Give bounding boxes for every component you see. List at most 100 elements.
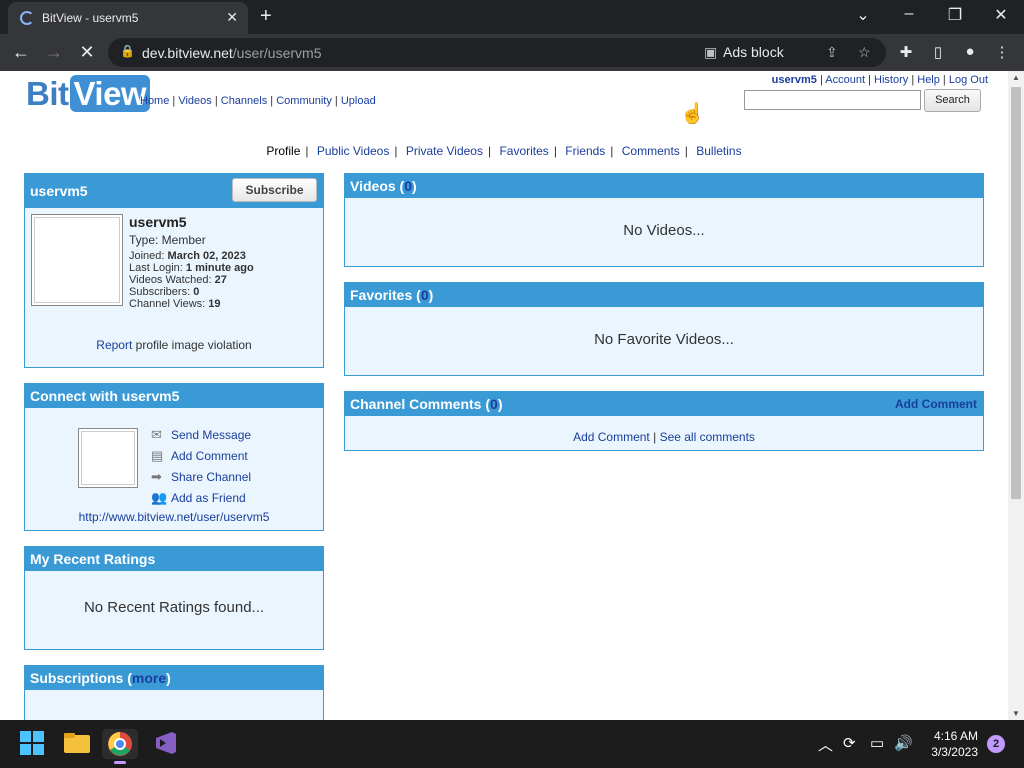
- network-icon[interactable]: ▭: [870, 734, 884, 752]
- system-clock[interactable]: 4:16 AM 3/3/2023: [931, 728, 978, 760]
- share-icon[interactable]: ⇪: [826, 44, 838, 61]
- tab-search-icon[interactable]: ⌄: [848, 5, 878, 25]
- connect-box-header: Connect with uservm5: [25, 384, 323, 408]
- tab-strip: BitView - uservm5 ✕ + ⌄ – ❐ ✕: [0, 0, 1024, 34]
- channel-url-link[interactable]: http://www.bitview.net/user/uservm5: [25, 510, 323, 524]
- profile-tabs: Profile | Public Videos | Private Videos | …: [266, 144, 742, 158]
- windows-start-icon[interactable]: [18, 729, 48, 759]
- menu-icon[interactable]: ⋮: [992, 43, 1012, 61]
- tab-public-videos[interactable]: Public Videos: [317, 144, 390, 158]
- comment-links: Add Comment | See all comments: [573, 430, 755, 444]
- share-channel-action[interactable]: ➡ Share Channel: [151, 469, 251, 491]
- close-window-button[interactable]: ✕: [986, 5, 1016, 25]
- connect-box: Connect with uservm5 ✉ Send Message ▤ Add …: [24, 383, 324, 531]
- search-button[interactable]: Search: [924, 89, 981, 112]
- report-line: Report profile image violation: [96, 338, 252, 352]
- profile-box-header: uservm5 Subscribe: [25, 174, 323, 208]
- tab-comments[interactable]: Comments: [622, 144, 680, 158]
- restore-button[interactable]: ❐: [940, 5, 970, 25]
- tab-friends[interactable]: Friends: [565, 144, 605, 158]
- favorites-box: Favorites (0) No Favorite Videos...: [344, 282, 984, 376]
- address-bar[interactable]: 🔒 dev.bitview.net/user/uservm5 ▣ Ads blo…: [108, 38, 886, 67]
- history-link[interactable]: History: [874, 74, 908, 86]
- channel-comments-box: Channel Comments (0) Add Comment Add Com…: [344, 391, 984, 451]
- tab-title: BitView - uservm5: [42, 11, 139, 25]
- tray-overflow-chevron-icon[interactable]: ︿: [818, 734, 833, 755]
- page-viewport: Bit View Home | Videos | Channels | Commu…: [0, 71, 1008, 720]
- tab-profile[interactable]: Profile: [266, 144, 300, 158]
- hand-cursor-icon: ☝: [680, 103, 705, 125]
- send-message-action[interactable]: ✉ Send Message: [151, 427, 251, 449]
- ad-blocked-icon[interactable]: ▣: [704, 44, 717, 61]
- tab-favorites[interactable]: Favorites: [499, 144, 548, 158]
- favorites-box-header: Favorites (0): [345, 283, 983, 307]
- nav-home[interactable]: Home: [140, 95, 169, 107]
- visual-studio-icon[interactable]: [152, 729, 182, 759]
- username-link[interactable]: uservm5: [772, 74, 817, 86]
- no-ratings-message: No Recent Ratings found...: [83, 599, 265, 616]
- no-favorites-message: No Favorite Videos...: [594, 331, 734, 348]
- profile-info: Type: Member Joined: March 02, 2023 Last…: [129, 233, 254, 310]
- volume-icon[interactable]: 🔊: [894, 734, 913, 752]
- tab-bulletins[interactable]: Bulletins: [696, 144, 741, 158]
- subscriptions-box-header: Subscriptions (more): [25, 666, 323, 690]
- main-nav: Home | Videos | Channels | Community | U…: [140, 95, 376, 107]
- scroll-down-arrow-icon[interactable]: ▼: [1012, 709, 1020, 718]
- user-nav: uservm5 | Account | History | Help | Log…: [771, 74, 988, 86]
- share-arrow-icon: ➡: [151, 469, 162, 484]
- tab-private-videos[interactable]: Private Videos: [406, 144, 483, 158]
- sync-icon[interactable]: ⟳: [843, 734, 856, 752]
- nav-videos[interactable]: Videos: [178, 95, 211, 107]
- loading-spinner-icon: [20, 11, 34, 25]
- help-link[interactable]: Help: [917, 74, 940, 86]
- add-friend-action[interactable]: 👥 Add as Friend: [151, 490, 251, 512]
- add-friend-icon: 👥: [151, 490, 168, 505]
- report-link[interactable]: Report: [96, 338, 132, 352]
- back-button[interactable]: ←: [10, 42, 32, 63]
- see-all-comments-link[interactable]: See all comments: [660, 430, 755, 444]
- add-comment-link[interactable]: Add Comment: [573, 430, 650, 444]
- browser-tab[interactable]: BitView - uservm5 ✕: [8, 2, 248, 34]
- add-comment-action[interactable]: ▤ Add Comment: [151, 448, 251, 470]
- profile-icon[interactable]: ●: [960, 43, 980, 60]
- envelope-icon: ✉: [151, 427, 162, 442]
- windows-taskbar: ︿ ⟳ ▭ 🔊 4:16 AM 3/3/2023 2: [0, 720, 1024, 768]
- profile-name: uservm5: [129, 214, 187, 230]
- add-comment-header-link[interactable]: Add Comment: [895, 392, 977, 416]
- nav-channels[interactable]: Channels: [221, 95, 267, 107]
- ratings-box: My Recent Ratings No Recent Ratings foun…: [24, 546, 324, 650]
- account-link[interactable]: Account: [825, 74, 865, 86]
- chrome-taskbar-icon[interactable]: [102, 729, 138, 764]
- connect-avatar: [78, 428, 138, 488]
- ads-blocked-label[interactable]: Ads block: [723, 44, 784, 60]
- browser-toolbar: ← → ✕ 🔒 dev.bitview.net/user/uservm5 ▣ A…: [0, 34, 1024, 71]
- bitview-logo[interactable]: Bit View: [26, 75, 151, 113]
- new-tab-button[interactable]: +: [260, 5, 272, 28]
- forward-button[interactable]: →: [43, 42, 65, 63]
- lock-icon[interactable]: 🔒: [120, 44, 135, 58]
- bookmark-star-icon[interactable]: ☆: [858, 44, 871, 61]
- subscribe-button[interactable]: Subscribe: [232, 178, 317, 202]
- ratings-box-header: My Recent Ratings: [25, 547, 323, 571]
- file-explorer-icon[interactable]: [62, 729, 92, 759]
- subscriptions-more-link[interactable]: more: [132, 670, 166, 686]
- scrollbar-thumb[interactable]: [1011, 87, 1021, 499]
- close-tab-icon[interactable]: ✕: [226, 9, 238, 26]
- no-videos-message: No Videos...: [623, 222, 705, 239]
- search-input[interactable]: [744, 90, 921, 110]
- logout-link[interactable]: Log Out: [949, 74, 988, 86]
- subscriptions-box: Subscriptions (more): [24, 665, 324, 720]
- side-panel-icon[interactable]: ▯: [928, 43, 948, 61]
- stop-loading-button[interactable]: ✕: [76, 42, 98, 63]
- notification-badge[interactable]: 2: [987, 735, 1005, 753]
- minimize-button[interactable]: –: [894, 5, 924, 23]
- nav-upload[interactable]: Upload: [341, 95, 376, 107]
- profile-avatar: [31, 214, 123, 306]
- nav-community[interactable]: Community: [276, 95, 332, 107]
- scroll-up-arrow-icon[interactable]: ▲: [1012, 73, 1020, 82]
- url-text: dev.bitview.net/user/uservm5: [142, 45, 322, 61]
- channel-comments-header: Channel Comments (0) Add Comment: [345, 392, 983, 416]
- extensions-icon[interactable]: ✚: [896, 43, 916, 61]
- videos-box-header: Videos (0): [345, 174, 983, 198]
- page-scrollbar[interactable]: ▲ ▼: [1008, 71, 1024, 720]
